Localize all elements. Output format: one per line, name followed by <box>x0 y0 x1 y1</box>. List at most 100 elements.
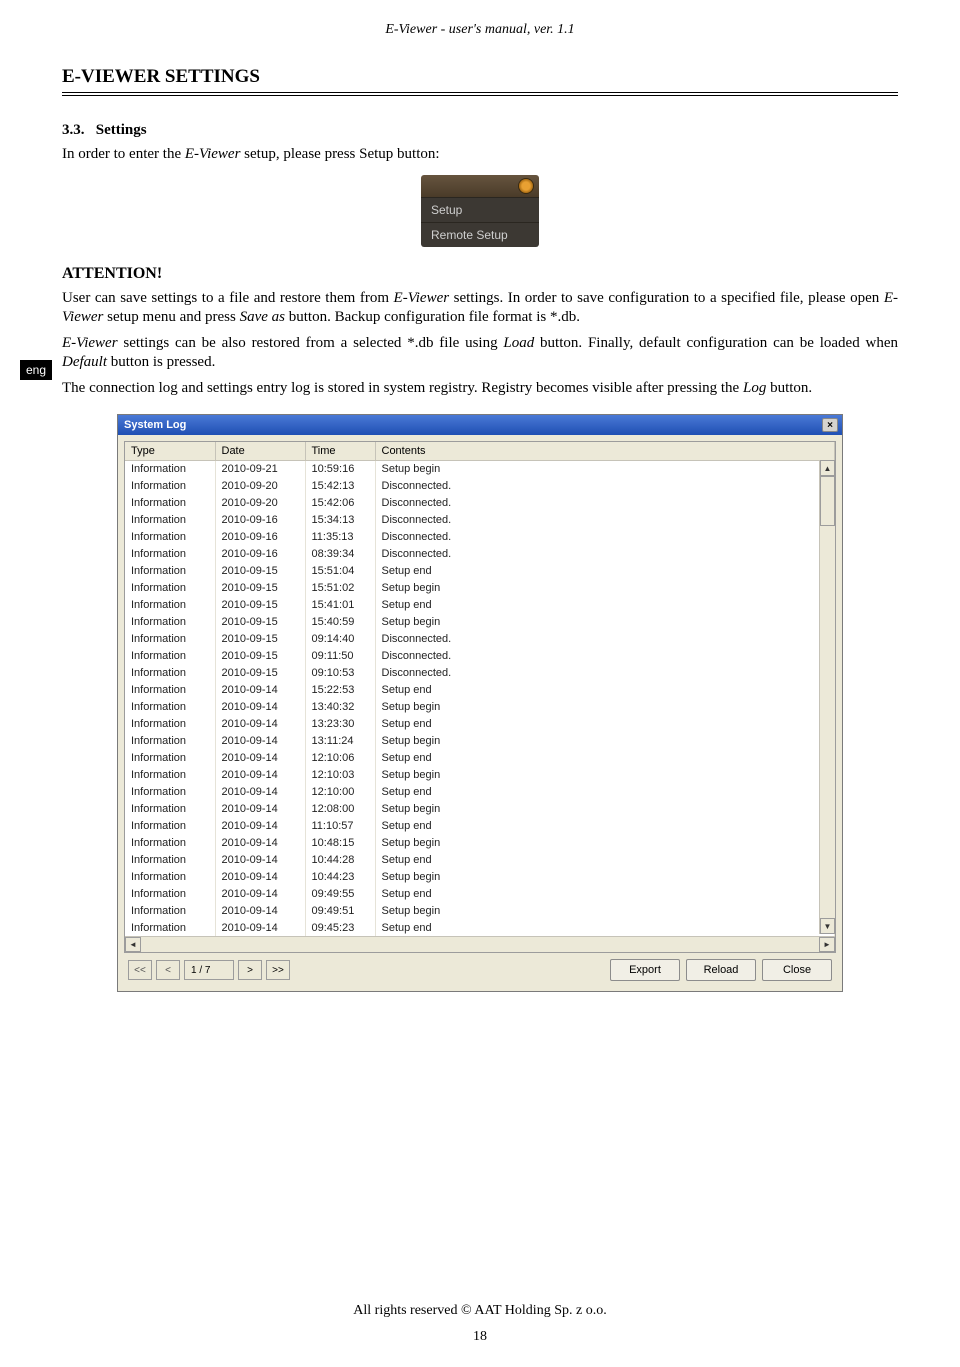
table-row[interactable]: Information2010-09-1611:35:13Disconnecte… <box>125 528 835 545</box>
table-row[interactable]: Information2010-09-1509:10:53Disconnecte… <box>125 664 835 681</box>
vertical-scrollbar[interactable]: ▲ ▼ <box>819 460 835 934</box>
table-row[interactable]: Information2010-09-1412:10:00Setup end <box>125 783 835 800</box>
table-row[interactable]: Information2010-09-1515:41:01Setup end <box>125 596 835 613</box>
cell: 2010-09-14 <box>215 749 305 766</box>
menu-item-setup[interactable]: Setup <box>421 197 539 222</box>
text: User can save settings to a file and res… <box>62 290 394 306</box>
first-page-button[interactable]: << <box>128 960 152 980</box>
cell: Setup begin <box>375 902 835 919</box>
table-header-row: Type Date Time Contents <box>125 442 835 460</box>
table-row[interactable]: Information2010-09-1412:08:00Setup begin <box>125 800 835 817</box>
cell: 2010-09-15 <box>215 579 305 596</box>
subsection-heading: 3.3. Settings <box>62 122 898 139</box>
table-row[interactable]: Information2010-09-2110:59:16Setup begin <box>125 460 835 477</box>
table-row[interactable]: Information2010-09-1410:44:23Setup begin <box>125 868 835 885</box>
cell: Setup end <box>375 851 835 868</box>
col-date[interactable]: Date <box>215 442 305 460</box>
subsection-title: Settings <box>96 122 147 138</box>
product-name: E-Viewer <box>62 335 118 351</box>
cell: Setup end <box>375 783 835 800</box>
text: settings. In order to save configuration… <box>449 290 884 306</box>
cell: 2010-09-14 <box>215 783 305 800</box>
cell: Setup end <box>375 715 835 732</box>
table-row[interactable]: Information2010-09-1409:45:23Setup end <box>125 919 835 936</box>
cell: Setup end <box>375 749 835 766</box>
table-row[interactable]: Information2010-09-1413:40:32Setup begin <box>125 698 835 715</box>
table-row[interactable]: Information2010-09-1515:40:59Setup begin <box>125 613 835 630</box>
table-row[interactable]: Information2010-09-1412:10:06Setup end <box>125 749 835 766</box>
reload-button[interactable]: Reload <box>686 959 756 981</box>
text: In order to enter the <box>62 146 185 162</box>
text: button is pressed. <box>107 354 215 370</box>
last-page-button[interactable]: >> <box>266 960 290 980</box>
cell: Information <box>125 562 215 579</box>
setup-menu-illustration: Setup Remote Setup <box>421 175 539 247</box>
cell: Information <box>125 715 215 732</box>
close-button[interactable]: Close <box>762 959 832 981</box>
window-title: System Log <box>124 419 186 431</box>
language-tab: eng <box>20 360 52 380</box>
table-row[interactable]: Information2010-09-1509:14:40Disconnecte… <box>125 630 835 647</box>
cell: Information <box>125 783 215 800</box>
cell: Information <box>125 902 215 919</box>
text: setup, please press Setup button: <box>240 146 439 162</box>
cell: 2010-09-15 <box>215 664 305 681</box>
cell: Information <box>125 477 215 494</box>
button-name: Save as <box>240 309 285 325</box>
cell: 2010-09-14 <box>215 800 305 817</box>
cell: 12:10:00 <box>305 783 375 800</box>
cell: 13:40:32 <box>305 698 375 715</box>
text: setup menu and press <box>103 309 239 325</box>
divider <box>62 95 898 96</box>
cell: 08:39:34 <box>305 545 375 562</box>
cell: 2010-09-20 <box>215 477 305 494</box>
horizontal-scrollbar[interactable]: ◄ ► <box>125 936 835 952</box>
table-row[interactable]: Information2010-09-1608:39:34Disconnecte… <box>125 545 835 562</box>
cell: Information <box>125 817 215 834</box>
table-row[interactable]: Information2010-09-1413:11:24Setup begin <box>125 732 835 749</box>
close-icon[interactable]: × <box>822 418 838 432</box>
next-page-button[interactable]: > <box>238 960 262 980</box>
cell: 2010-09-16 <box>215 511 305 528</box>
table-row[interactable]: Information2010-09-1415:22:53Setup end <box>125 681 835 698</box>
table-row[interactable]: Information2010-09-1515:51:04Setup end <box>125 562 835 579</box>
prev-page-button[interactable]: < <box>156 960 180 980</box>
cell: Disconnected. <box>375 545 835 562</box>
cell: 12:08:00 <box>305 800 375 817</box>
scroll-up-icon[interactable]: ▲ <box>820 460 835 476</box>
scroll-down-icon[interactable]: ▼ <box>820 918 835 934</box>
cell: Disconnected. <box>375 630 835 647</box>
cell: 15:34:13 <box>305 511 375 528</box>
cell: Information <box>125 630 215 647</box>
cell: Information <box>125 545 215 562</box>
col-contents[interactable]: Contents <box>375 442 835 460</box>
scroll-thumb[interactable] <box>820 476 835 526</box>
export-button[interactable]: Export <box>610 959 680 981</box>
table-row[interactable]: Information2010-09-1410:44:28Setup end <box>125 851 835 868</box>
cell: 15:41:01 <box>305 596 375 613</box>
table-row[interactable]: Information2010-09-2015:42:06Disconnecte… <box>125 494 835 511</box>
paragraph: User can save settings to a file and res… <box>62 289 898 328</box>
table-row[interactable]: Information2010-09-1515:51:02Setup begin <box>125 579 835 596</box>
divider <box>62 92 898 93</box>
col-type[interactable]: Type <box>125 442 215 460</box>
table-row[interactable]: Information2010-09-1409:49:51Setup begin <box>125 902 835 919</box>
table-row[interactable]: Information2010-09-1410:48:15Setup begin <box>125 834 835 851</box>
menu-item-remote-setup[interactable]: Remote Setup <box>421 222 539 247</box>
table-row[interactable]: Information2010-09-1615:34:13Disconnecte… <box>125 511 835 528</box>
cell: Information <box>125 732 215 749</box>
table-row[interactable]: Information2010-09-2015:42:13Disconnecte… <box>125 477 835 494</box>
button-name: Load <box>503 335 534 351</box>
titlebar: System Log × <box>118 415 842 435</box>
table-row[interactable]: Information2010-09-1409:49:55Setup end <box>125 885 835 902</box>
table-row[interactable]: Information2010-09-1413:23:30Setup end <box>125 715 835 732</box>
cell: 15:51:04 <box>305 562 375 579</box>
table-row[interactable]: Information2010-09-1509:11:50Disconnecte… <box>125 647 835 664</box>
table-row[interactable]: Information2010-09-1412:10:03Setup begin <box>125 766 835 783</box>
col-time[interactable]: Time <box>305 442 375 460</box>
cell: Information <box>125 596 215 613</box>
table-row[interactable]: Information2010-09-1411:10:57Setup end <box>125 817 835 834</box>
scroll-left-icon[interactable]: ◄ <box>125 937 141 952</box>
scroll-right-icon[interactable]: ► <box>819 937 835 952</box>
cell: Information <box>125 511 215 528</box>
